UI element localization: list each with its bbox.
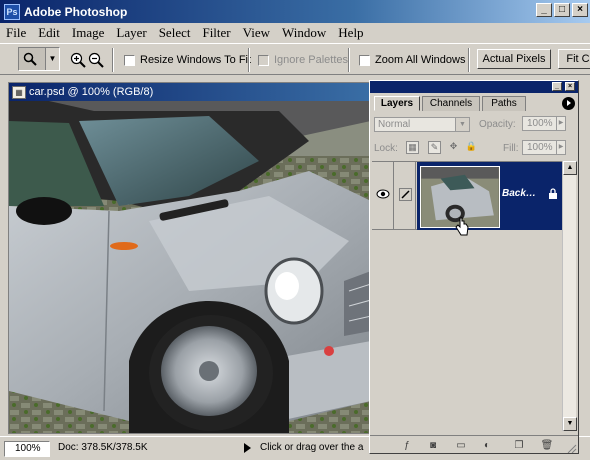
palette-title-bar[interactable]: _ × bbox=[370, 81, 578, 93]
options-separator bbox=[112, 48, 114, 72]
fit-screen-button[interactable]: Fit C bbox=[558, 49, 590, 69]
resize-grip-icon[interactable] bbox=[567, 444, 577, 454]
layer-background[interactable]: Back… bbox=[417, 162, 562, 230]
chevron-down-icon[interactable]: ▼ bbox=[45, 48, 59, 70]
layer-list: Back… bbox=[372, 161, 562, 431]
zoom-tool-icon bbox=[23, 52, 37, 66]
checkbox-box[interactable] bbox=[359, 54, 370, 66]
menu-image[interactable]: Image bbox=[72, 25, 104, 41]
menu-file[interactable]: File bbox=[6, 25, 26, 41]
app-title: Adobe Photoshop bbox=[24, 4, 128, 19]
menu-window[interactable]: Window bbox=[282, 25, 326, 41]
menu-help[interactable]: Help bbox=[338, 25, 363, 41]
zoom-all-windows-checkbox[interactable]: Zoom All Windows bbox=[359, 54, 465, 66]
resize-windows-checkbox[interactable]: Resize Windows To Fit bbox=[124, 54, 251, 66]
layer-name[interactable]: Back… bbox=[502, 188, 536, 199]
new-layer-icon[interactable]: ❐ bbox=[512, 439, 526, 453]
fill-label: Fill: bbox=[503, 143, 519, 154]
zoom-out-icon[interactable] bbox=[88, 52, 104, 68]
tool-preset-picker[interactable]: ▼ bbox=[18, 47, 60, 71]
menu-bar: File Edit Image Layer Select Filter View… bbox=[0, 23, 590, 43]
ignore-palettes-checkbox: Ignore Palettes bbox=[258, 54, 348, 66]
palette-footer: ƒ ◙ ▭ ◐ ❐ 🗑 bbox=[370, 435, 578, 454]
photoshop-app-icon: Ps bbox=[4, 3, 20, 20]
opacity-label: Opacity: bbox=[479, 119, 516, 130]
menu-select[interactable]: Select bbox=[159, 25, 191, 41]
tab-channels[interactable]: Channels bbox=[422, 96, 480, 111]
opacity-value: 100% bbox=[527, 118, 553, 129]
lock-position-icon[interactable]: ✥ bbox=[447, 141, 460, 154]
lock-transparency-icon[interactable]: ▦ bbox=[406, 141, 419, 154]
trash-icon[interactable]: 🗑 bbox=[540, 439, 554, 453]
layer-link-cell[interactable] bbox=[395, 162, 416, 230]
palette-menu-icon[interactable] bbox=[562, 97, 575, 110]
zoom-in-icon[interactable] bbox=[70, 52, 86, 68]
adjustment-layer-icon[interactable]: ◐ bbox=[480, 439, 494, 453]
scroll-up-icon[interactable]: ▲ bbox=[563, 161, 577, 175]
add-mask-icon[interactable]: ◙ bbox=[426, 439, 440, 453]
checkbox-box bbox=[258, 54, 269, 66]
menu-edit[interactable]: Edit bbox=[38, 25, 60, 41]
menu-layer[interactable]: Layer bbox=[116, 25, 146, 41]
palette-minimize-button[interactable]: _ bbox=[552, 82, 562, 91]
document-size-info: Doc: 378.5K/378.5K bbox=[58, 442, 148, 453]
brush-icon bbox=[399, 188, 412, 201]
blend-mode-value: Normal bbox=[378, 119, 411, 130]
zoom-all-windows-label: Zoom All Windows bbox=[375, 54, 466, 66]
hand-cursor-icon bbox=[455, 217, 469, 236]
document-icon: ▦ bbox=[12, 85, 26, 99]
tab-layers[interactable]: Layers bbox=[374, 96, 420, 111]
zoom-field[interactable]: 100% bbox=[4, 441, 50, 457]
palette-close-button[interactable]: × bbox=[565, 82, 575, 91]
options-separator bbox=[348, 48, 350, 72]
app-title-bar[interactable]: Ps Adobe Photoshop _ □ × bbox=[0, 0, 590, 23]
checkbox-box[interactable] bbox=[124, 54, 135, 66]
add-layer-style-icon[interactable]: ƒ bbox=[400, 439, 414, 453]
document-title: car.psd @ 100% (RGB/8) bbox=[29, 86, 154, 98]
document-window: ▦ car.psd @ 100% (RGB/8) bbox=[8, 82, 370, 434]
ignore-palettes-label: Ignore Palettes bbox=[274, 54, 348, 66]
layers-palette: _ × Layers Channels Paths Normal ▼ Opaci… bbox=[369, 80, 579, 454]
options-separator bbox=[248, 48, 250, 72]
layer-visibility-toggle[interactable] bbox=[372, 162, 394, 230]
layer-lock-icon bbox=[549, 188, 557, 199]
chevron-right-icon[interactable]: ▶ bbox=[556, 117, 565, 130]
new-group-icon[interactable]: ▭ bbox=[454, 439, 468, 453]
fill-field[interactable]: 100% ▶ bbox=[522, 140, 566, 155]
lock-label: Lock: bbox=[374, 143, 398, 154]
menu-filter[interactable]: Filter bbox=[202, 25, 230, 41]
chevron-right-icon[interactable]: ▶ bbox=[556, 141, 565, 154]
image-canvas[interactable] bbox=[9, 101, 370, 434]
fill-value: 100% bbox=[527, 142, 553, 153]
scroll-down-icon[interactable]: ▼ bbox=[563, 417, 577, 431]
maximize-button[interactable]: □ bbox=[554, 3, 570, 17]
eye-icon bbox=[376, 189, 390, 199]
palette-tabs: Layers Channels Paths bbox=[370, 94, 578, 111]
layer-list-scrollbar[interactable]: ▲ ▼ bbox=[562, 161, 577, 431]
opacity-field[interactable]: 100% ▶ bbox=[522, 116, 566, 131]
actual-pixels-button[interactable]: Actual Pixels bbox=[477, 49, 551, 69]
document-title-bar[interactable]: ▦ car.psd @ 100% (RGB/8) bbox=[9, 83, 369, 101]
minimize-button[interactable]: _ bbox=[536, 3, 552, 17]
status-hint-text: Click or drag over the a bbox=[260, 442, 364, 453]
blend-mode-select[interactable]: Normal ▼ bbox=[374, 117, 470, 132]
status-menu-arrow-icon[interactable] bbox=[244, 443, 251, 453]
tab-paths[interactable]: Paths bbox=[482, 96, 526, 111]
lock-all-icon[interactable]: 🔒 bbox=[465, 141, 478, 154]
lock-pixels-icon[interactable]: ✎ bbox=[428, 141, 441, 154]
resize-windows-label: Resize Windows To Fit bbox=[140, 54, 252, 66]
menu-view[interactable]: View bbox=[243, 25, 270, 41]
tool-options-bar: ▼ Resize Windows To Fit Ignore Palettes … bbox=[0, 43, 590, 75]
close-button[interactable]: × bbox=[572, 3, 588, 17]
chevron-down-icon[interactable]: ▼ bbox=[455, 118, 469, 131]
options-separator bbox=[468, 48, 470, 72]
